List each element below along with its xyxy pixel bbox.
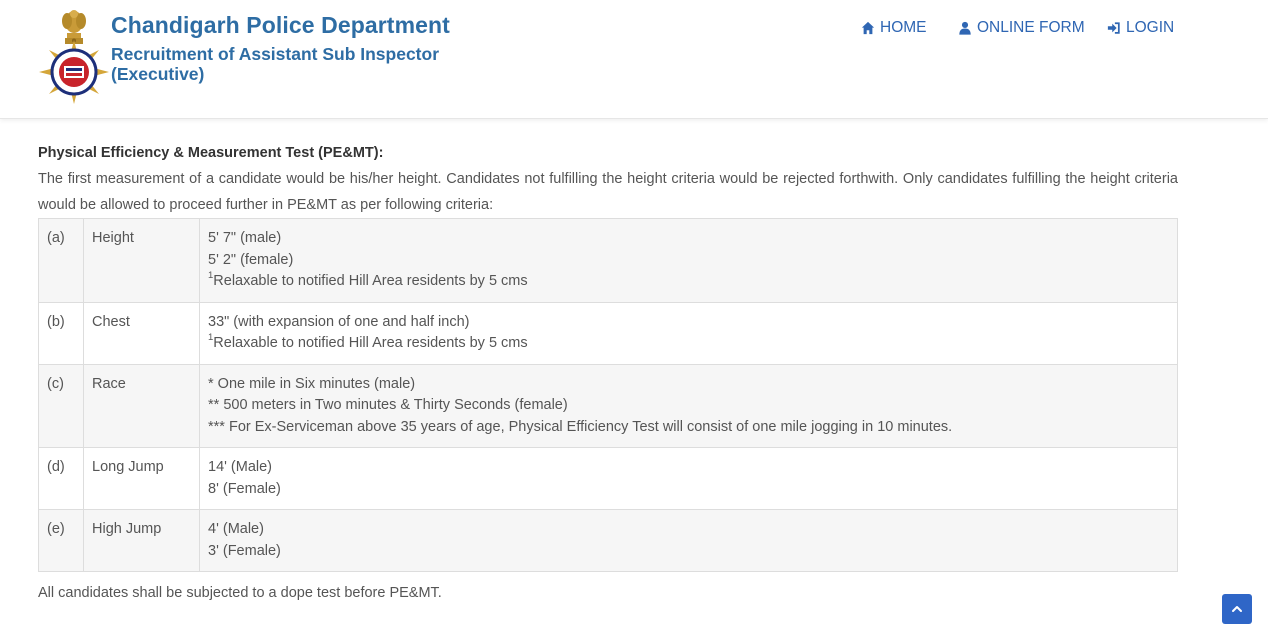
criteria-detail-line: * One mile in Six minutes (male) [208,375,416,392]
section-title: Physical Efficiency & Measurement Test (… [38,145,384,161]
user-icon [959,21,971,35]
nav-home-link[interactable]: HOME [861,18,927,38]
criteria-id: (c) [38,363,84,448]
criteria-details: 5' 7" (male) 5' 2" (female) 1Relaxable t… [199,218,1178,303]
criteria-details: 33" (with expansion of one and half inch… [199,301,1178,365]
criteria-id: (e) [38,509,84,572]
main-content: Physical Efficiency & Measurement Test (… [38,143,1178,572]
criteria-note: 1Relaxable to notified Hill Area residen… [208,271,1169,293]
criteria-detail-line: 4' (Male) [208,521,264,537]
intro-paragraph: The first measurement of a candidate wou… [38,171,1178,213]
criteria-details: 4' (Male) 3' (Female) [199,509,1178,572]
criteria-details: * One mile in Six minutes (male) ** 500 … [199,363,1178,448]
nav-online-form-link[interactable]: ONLINE FORM [958,18,1085,38]
table-row: (d) Long Jump 14' (Male) 8' (Female) [38,447,1178,510]
police-badge-icon [39,40,109,104]
nav-online-form-label: ONLINE FORM [977,19,1085,36]
criteria-detail-line: ** 500 meters in Two minutes & Thirty Se… [208,397,568,413]
criteria-detail-line: 14' (Male) [208,459,273,475]
table-row: (e) High Jump 4' (Male) 3' (Female) [38,509,1178,572]
criteria-detail-line: *** For Ex-Serviceman above 35 years of … [208,418,953,435]
sign-in-icon [1107,22,1120,34]
criteria-note: 1Relaxable to notified Hill Area residen… [208,333,1169,355]
criteria-details: 14' (Male) 8' (Female) [199,447,1178,510]
table-row: (b) Chest 33" (with expansion of one and… [38,301,1178,365]
footnote-mark: 1 [208,332,214,344]
nav-login-label: LOGIN [1126,19,1175,36]
scroll-to-top-button[interactable] [1222,594,1252,624]
nav-home-label: HOME [880,19,927,36]
criteria-note-text: Relaxable to notified Hill Area resident… [213,273,528,289]
table-row: (a) Height 5' 7" (male) 5' 2" (female) 1… [38,218,1178,303]
footnote-mark: 1 [208,270,214,282]
page-title: Chandigarh Police Department [111,12,450,38]
dope-test-note: All candidates shall be subjected to a d… [38,585,442,601]
nav-login-link[interactable]: LOGIN [1107,18,1174,38]
page-header: Chandigarh Police Department Recruitment… [0,0,1268,119]
criteria-detail-line: 5' 7" (male) [208,230,282,246]
criteria-name: Chest [83,301,200,365]
criteria-detail-line: 3' (Female) [208,542,281,559]
criteria-detail-line: 8' (Female) [208,480,281,497]
criteria-name: High Jump [83,509,200,572]
criteria-id: (a) [38,218,84,303]
criteria-id: (b) [38,301,84,365]
chevron-up-icon [1232,606,1242,612]
criteria-name: Long Jump [83,447,200,510]
criteria-detail-line: 33" (with expansion of one and half inch… [208,313,470,330]
page-subtitle: Recruitment of Assistant Sub Inspector (… [111,44,440,84]
criteria-name: Height [83,218,200,303]
criteria-id: (d) [38,447,84,510]
criteria-note-text: Relaxable to notified Hill Area resident… [213,335,528,351]
criteria-table: (a) Height 5' 7" (male) 5' 2" (female) 1… [38,218,1178,572]
table-row: (c) Race * One mile in Six minutes (male… [38,363,1178,448]
criteria-name: Race [83,363,200,448]
home-icon [861,21,875,35]
criteria-detail-line: 5' 2" (female) [208,251,294,268]
